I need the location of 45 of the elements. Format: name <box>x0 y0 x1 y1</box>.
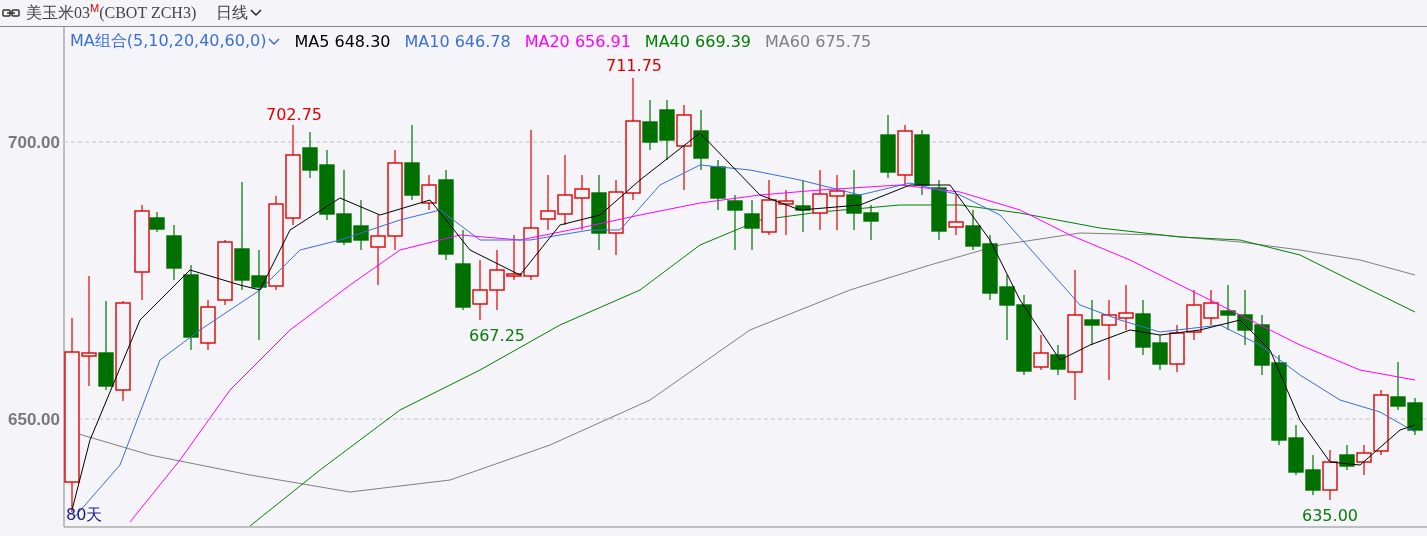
candlestick <box>812 169 828 231</box>
price-extreme-label: 711.75 <box>606 56 662 75</box>
ma-legend-item: MA40 669.39 <box>644 32 752 51</box>
candlestick <box>370 214 386 286</box>
candlestick <box>1237 289 1253 346</box>
candlestick <box>778 189 794 236</box>
candlestick <box>761 179 777 236</box>
candlestick <box>897 124 913 186</box>
price-axis-label: 650.00 <box>8 410 60 429</box>
candlestick <box>1390 361 1406 411</box>
instrument-title: 美玉米03$^{M}$(CBOT ZCH3) <box>26 1 197 24</box>
candlestick <box>1186 289 1202 341</box>
candlestick <box>1220 284 1236 331</box>
caret-icon <box>268 37 281 46</box>
period-dropdown[interactable]: 日线 <box>216 2 263 24</box>
ma-legend-item: MA5 648.30 <box>294 32 391 51</box>
candlestick <box>1407 397 1423 436</box>
candlestick <box>727 194 743 251</box>
candlestick <box>557 154 573 226</box>
candlestick <box>574 174 590 231</box>
ma-legend-item: MA60 675.75 <box>765 32 872 51</box>
link-icon[interactable] <box>2 9 20 17</box>
candlestick <box>693 109 709 171</box>
range-label: 80天 <box>66 505 103 524</box>
candlestick <box>1203 289 1219 326</box>
price-extreme-label: 667.25 <box>469 326 525 345</box>
ma-legend-item: MA10 646.78 <box>404 32 511 51</box>
candlestick <box>1305 454 1321 496</box>
candlestick <box>1169 324 1185 373</box>
candlestick <box>914 129 930 196</box>
candlestick <box>472 259 488 321</box>
candlestick <box>659 99 675 161</box>
candlestick <box>795 179 811 233</box>
ma-legend-item: MA20 656.91 <box>524 32 631 51</box>
indicator-dropdown[interactable]: MA组合(5,10,20,40,60,0) <box>70 31 281 52</box>
price-extreme-label: 702.75 <box>266 105 322 124</box>
candlestick <box>489 249 505 311</box>
candlestick <box>744 199 760 251</box>
candlestick <box>829 174 845 231</box>
candlestick <box>999 274 1015 341</box>
candlestick <box>880 114 896 179</box>
caret-icon <box>250 9 263 17</box>
price-axis-label: 700.00 <box>8 133 60 152</box>
candlestick <box>710 159 726 211</box>
price-extreme-label: 635.00 <box>1302 506 1358 525</box>
